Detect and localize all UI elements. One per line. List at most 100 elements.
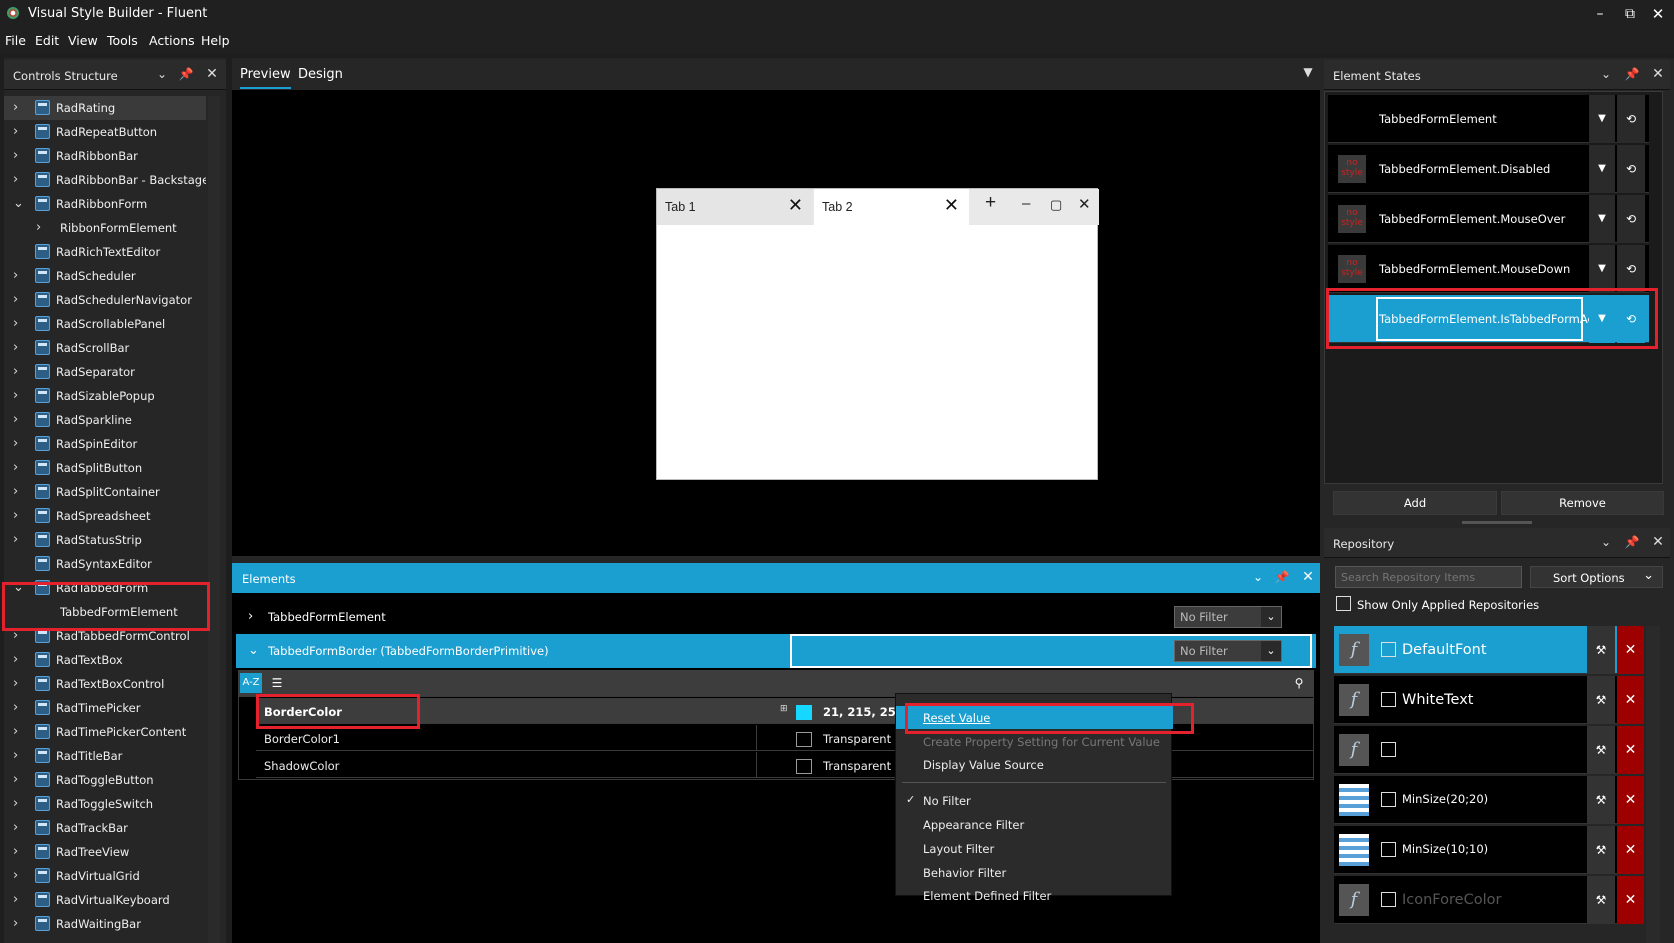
repository-checkbox[interactable] xyxy=(1381,792,1396,807)
chevron-right-icon[interactable]: › xyxy=(13,364,25,380)
tree-item[interactable]: › RadTextBoxControl xyxy=(4,672,206,696)
chevron-right-icon[interactable]: › xyxy=(13,628,25,644)
menu-file[interactable]: File xyxy=(5,33,26,48)
dropdown-icon[interactable]: ▼ xyxy=(1589,95,1615,143)
element-row-selected[interactable]: ⌄ TabbedFormBorder (TabbedFormBorderPrim… xyxy=(236,634,1316,668)
chevron-right-icon[interactable]: › xyxy=(13,820,25,836)
chevron-right-icon[interactable]: › xyxy=(13,844,25,860)
pin-icon[interactable]: 📌 xyxy=(1624,66,1640,82)
edit-repository-icon[interactable]: ⚒ xyxy=(1587,676,1615,724)
state-settings-icon[interactable]: ⟲ xyxy=(1617,95,1645,143)
dropdown-icon[interactable]: ▼ xyxy=(1300,64,1316,80)
menu-actions[interactable]: Actions xyxy=(149,33,195,48)
state-row[interactable]: no style TabbedFormElement.MouseDown ▼ ⟲ xyxy=(1328,245,1649,293)
tab-design[interactable]: Design xyxy=(298,67,343,82)
repository-checkbox[interactable] xyxy=(1381,892,1396,907)
property-value[interactable]: 21, 215, 255 xyxy=(823,705,904,719)
tree-item[interactable]: › RadToggleButton xyxy=(4,768,206,792)
chevron-down-icon[interactable]: ⌄ xyxy=(154,66,170,82)
tree-item[interactable]: › RibbonFormElement xyxy=(4,216,206,240)
chevron-right-icon[interactable]: › xyxy=(13,700,25,716)
chevron-down-icon[interactable]: ⌄ xyxy=(1598,66,1614,82)
categorize-icon[interactable]: ☰ xyxy=(266,673,288,693)
pin-icon[interactable]: 📌 xyxy=(178,66,194,82)
dropdown-icon[interactable]: ▼ xyxy=(1589,195,1615,243)
chevron-right-icon[interactable]: › xyxy=(13,868,25,884)
tree-item[interactable]: › RadSeparator xyxy=(4,360,206,384)
tree-item[interactable]: › RadVirtualGrid xyxy=(4,864,206,888)
repository-item[interactable]: MinSize(10;10) ⚒ ✕ xyxy=(1334,826,1644,874)
chevron-down-icon[interactable]: ⌄ xyxy=(13,196,25,212)
chevron-right-icon[interactable]: › xyxy=(13,148,25,164)
search-repository-input[interactable] xyxy=(1335,566,1522,588)
tree-item[interactable]: › RadTreeView xyxy=(4,840,206,864)
dropdown-icon[interactable]: ▼ xyxy=(1589,145,1615,193)
tree-item[interactable]: ⌄ RadRibbonForm xyxy=(4,192,206,216)
pin-icon[interactable]: 📌 xyxy=(1274,569,1290,585)
expand-icon[interactable]: ⊞ xyxy=(780,704,788,714)
tree-item[interactable]: › RadToggleSwitch xyxy=(4,792,206,816)
chevron-right-icon[interactable]: › xyxy=(13,316,25,332)
chevron-right-icon[interactable]: › xyxy=(13,268,25,284)
plus-icon[interactable]: + xyxy=(985,192,996,214)
close-icon[interactable]: ✕ xyxy=(1078,195,1091,213)
menu-edit[interactable]: Edit xyxy=(35,33,59,48)
filter-dropdown[interactable]: No Filter ⌄ xyxy=(1174,640,1282,662)
chevron-right-icon[interactable]: › xyxy=(13,412,25,428)
chevron-right-icon[interactable]: › xyxy=(13,340,25,356)
chevron-down-icon[interactable]: ⌄ xyxy=(13,580,25,596)
state-row[interactable]: TabbedFormElement ▼ ⟲ xyxy=(1328,95,1649,143)
chevron-right-icon[interactable]: › xyxy=(13,292,25,308)
state-settings-icon[interactable]: ⟲ xyxy=(1617,245,1645,293)
add-button[interactable]: Add xyxy=(1333,491,1497,515)
chevron-right-icon[interactable]: › xyxy=(13,436,25,452)
tree-item[interactable]: › RadRibbonBar xyxy=(4,144,206,168)
close-icon[interactable]: ✕ xyxy=(944,195,959,216)
tree-item[interactable]: › RadRibbonBar - Backstage... xyxy=(4,168,206,192)
edit-repository-icon[interactable]: ⚒ xyxy=(1587,626,1615,674)
menu-item-no-filter[interactable]: ✓ No Filter xyxy=(896,789,1173,812)
repository-checkbox[interactable] xyxy=(1381,642,1396,657)
menu-help[interactable]: Help xyxy=(201,33,230,48)
chevron-right-icon[interactable]: › xyxy=(36,220,48,236)
tab-preview[interactable]: Preview xyxy=(240,67,291,89)
tree-item[interactable]: › RadTextBox xyxy=(4,648,206,672)
chevron-down-icon[interactable]: ⌄ xyxy=(1598,534,1614,550)
repository-checkbox[interactable] xyxy=(1381,742,1396,757)
chevron-right-icon[interactable]: › xyxy=(13,676,25,692)
minimize-icon[interactable]: – xyxy=(1590,4,1610,24)
tree-item[interactable]: › RadTrackBar xyxy=(4,816,206,840)
chevron-right-icon[interactable]: › xyxy=(13,388,25,404)
form-tab-2[interactable]: Tab 2 ✕ xyxy=(814,189,969,225)
chevron-right-icon[interactable]: › xyxy=(13,772,25,788)
tree-item[interactable]: › RadTimePicker xyxy=(4,696,206,720)
splitter-grip[interactable] xyxy=(1462,521,1532,524)
close-icon[interactable]: ✕ xyxy=(788,195,803,216)
maximize-icon[interactable]: ▢ xyxy=(1050,197,1062,213)
chevron-right-icon[interactable]: › xyxy=(13,892,25,908)
menu-view[interactable]: View xyxy=(68,33,98,48)
state-settings-icon[interactable]: ⟲ xyxy=(1617,145,1645,193)
sort-az-button[interactable]: A-Z xyxy=(240,673,262,693)
tree-item[interactable]: › RadSizablePopup xyxy=(4,384,206,408)
edit-repository-icon[interactable]: ⚒ xyxy=(1587,826,1615,874)
chevron-right-icon[interactable]: › xyxy=(13,172,25,188)
menu-item-display-value-source[interactable]: Display Value Source xyxy=(896,753,1173,776)
menu-item-reset-value[interactable]: Reset Value xyxy=(896,706,1173,729)
menu-tools[interactable]: Tools xyxy=(107,33,138,48)
tree-item[interactable]: › RadScrollBar xyxy=(4,336,206,360)
repository-item[interactable]: f WhiteText ⚒ ✕ xyxy=(1334,676,1644,724)
state-settings-icon[interactable]: ⟲ xyxy=(1617,195,1645,243)
pin-icon[interactable]: 📌 xyxy=(1624,534,1640,550)
chevron-right-icon[interactable]: › xyxy=(13,532,25,548)
close-pane-icon[interactable]: ✕ xyxy=(204,66,220,82)
search-icon[interactable]: ⚲ xyxy=(1288,673,1310,693)
show-only-checkbox[interactable] xyxy=(1336,596,1351,611)
tree-item[interactable]: › RadTitleBar xyxy=(4,744,206,768)
sort-options-dropdown[interactable]: Sort Options ⌄ xyxy=(1530,566,1663,588)
chevron-down-icon[interactable]: ⌄ xyxy=(1250,569,1266,585)
tree-item[interactable]: › RadSparkline xyxy=(4,408,206,432)
remove-button[interactable]: Remove xyxy=(1501,491,1664,515)
tree-item[interactable]: › RadWaitingBar xyxy=(4,912,206,936)
repository-item[interactable]: MinSize(20;20) ⚒ ✕ xyxy=(1334,776,1644,824)
